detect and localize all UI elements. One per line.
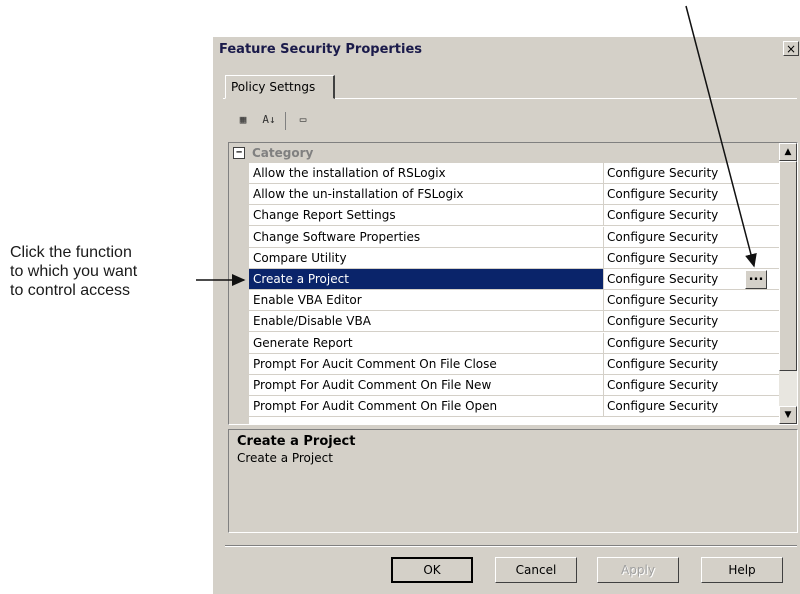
divider [225, 545, 797, 547]
property-value[interactable]: Configure Security [607, 290, 718, 310]
dialog-titlebar: Feature Security Properties × [213, 37, 800, 63]
close-button[interactable]: × [783, 41, 799, 56]
property-value[interactable]: Configure Security [607, 227, 718, 247]
property-value[interactable]: Configure Security [607, 248, 718, 268]
property-pages-icon[interactable]: ▭ [293, 110, 313, 130]
column-divider [603, 396, 604, 418]
property-row[interactable]: Change Software Properties Configure Secu… [249, 226, 779, 248]
property-row[interactable]: Enable VBA Editor Configure Security [249, 290, 779, 312]
instruction-line: to which you want [10, 263, 138, 280]
property-row[interactable]: Prompt For Audit Comment On File Open Con… [249, 396, 779, 418]
toolbar-separator [285, 112, 286, 130]
property-row[interactable]: Generate Report Configure Security [249, 332, 779, 354]
property-name[interactable]: Change Report Settings [253, 205, 601, 225]
property-value[interactable]: Configure Security [607, 269, 718, 289]
property-row[interactable]: Change Report Settings Configure Security [249, 205, 779, 227]
property-value[interactable]: Configure Security [607, 396, 718, 416]
property-value[interactable]: Configure Security [607, 311, 718, 331]
property-row[interactable]: Compare Utility Configure Security [249, 247, 779, 269]
property-name[interactable]: Compare Utility [253, 248, 601, 268]
scroll-thumb[interactable] [779, 161, 797, 371]
property-row[interactable]: Prompt For Audit Comment On File New Conf… [249, 375, 779, 396]
column-divider [603, 332, 604, 354]
scroll-down-button[interactable]: ▼ [779, 406, 797, 424]
property-name[interactable]: Prompt For Audit Comment On File New [253, 375, 601, 395]
category-label: Category [252, 146, 314, 160]
property-row[interactable]: Allow the un-installation of FSLogix Conf… [249, 184, 779, 206]
property-value[interactable]: Configure Security [607, 333, 718, 353]
property-row[interactable]: Enable/Disable VBA Configure Security [249, 311, 779, 333]
column-divider [603, 163, 604, 184]
property-name[interactable]: Create a Project [249, 269, 603, 289]
sort-az-icon[interactable]: A↓ [259, 110, 279, 130]
tab-policy-settings[interactable]: Policy Settngs [225, 75, 335, 99]
property-value[interactable]: Configure Security [607, 184, 718, 204]
column-divider [603, 184, 604, 206]
description-title: Create a Project [237, 434, 356, 449]
feature-security-dialog: Feature Security Properties × Policy Set… [212, 36, 800, 594]
column-divider [603, 226, 604, 248]
column-divider [603, 311, 604, 333]
property-row[interactable]: Allow the installation of RSLogix Configu… [249, 163, 779, 184]
property-name[interactable]: Allow the installation of RSLogix [253, 163, 601, 183]
dialog-title: Feature Security Properties [219, 42, 423, 57]
instruction-callout: Click the function to which you want to … [10, 243, 190, 300]
column-divider [603, 375, 604, 396]
vertical-scrollbar[interactable]: ▲ ▼ [779, 143, 797, 424]
column-divider [603, 353, 604, 375]
help-button[interactable]: Help [701, 557, 783, 583]
property-name[interactable]: Enable VBA Editor [253, 290, 601, 310]
property-name[interactable]: Generate Report [253, 333, 601, 353]
description-pane: Create a Project Create a Project [228, 429, 798, 533]
property-name[interactable]: Change Software Properties [253, 227, 601, 247]
configure-security-button[interactable]: ... [745, 270, 767, 289]
column-divider [603, 205, 604, 227]
scroll-up-button[interactable]: ▲ [779, 143, 797, 161]
cancel-button[interactable]: Cancel [495, 557, 577, 583]
apply-button[interactable]: Apply [597, 557, 679, 583]
column-divider [603, 269, 604, 290]
description-text: Create a Project [237, 451, 333, 465]
ok-button[interactable]: OK [391, 557, 473, 583]
column-divider [603, 290, 604, 312]
property-value[interactable]: Configure Security [607, 205, 718, 225]
property-value[interactable]: Configure Security [607, 163, 718, 183]
grid-gutter [229, 163, 249, 424]
property-name[interactable]: Prompt For Audit Comment On File Open [253, 396, 601, 416]
categorized-icon[interactable]: ▦ [233, 110, 253, 130]
property-name[interactable]: Enable/Disable VBA [253, 311, 601, 331]
column-divider [603, 247, 604, 269]
property-name[interactable]: Allow the un-installation of FSLogix [253, 184, 601, 204]
instruction-line: to control access [10, 282, 131, 299]
property-row[interactable]: Create a Project Configure Security... [249, 269, 779, 290]
property-value[interactable]: Configure Security [607, 354, 718, 374]
category-row[interactable]: − Category [229, 143, 779, 163]
collapse-icon[interactable]: − [233, 147, 245, 159]
property-grid: − Category Allow the installation of RSL… [228, 142, 798, 425]
property-row[interactable]: Prompt For Aucit Comment On File Close Co… [249, 353, 779, 375]
instruction-line: Click the function [10, 244, 132, 261]
property-value[interactable]: Configure Security [607, 375, 718, 395]
property-name[interactable]: Prompt For Aucit Comment On File Close [253, 354, 601, 374]
